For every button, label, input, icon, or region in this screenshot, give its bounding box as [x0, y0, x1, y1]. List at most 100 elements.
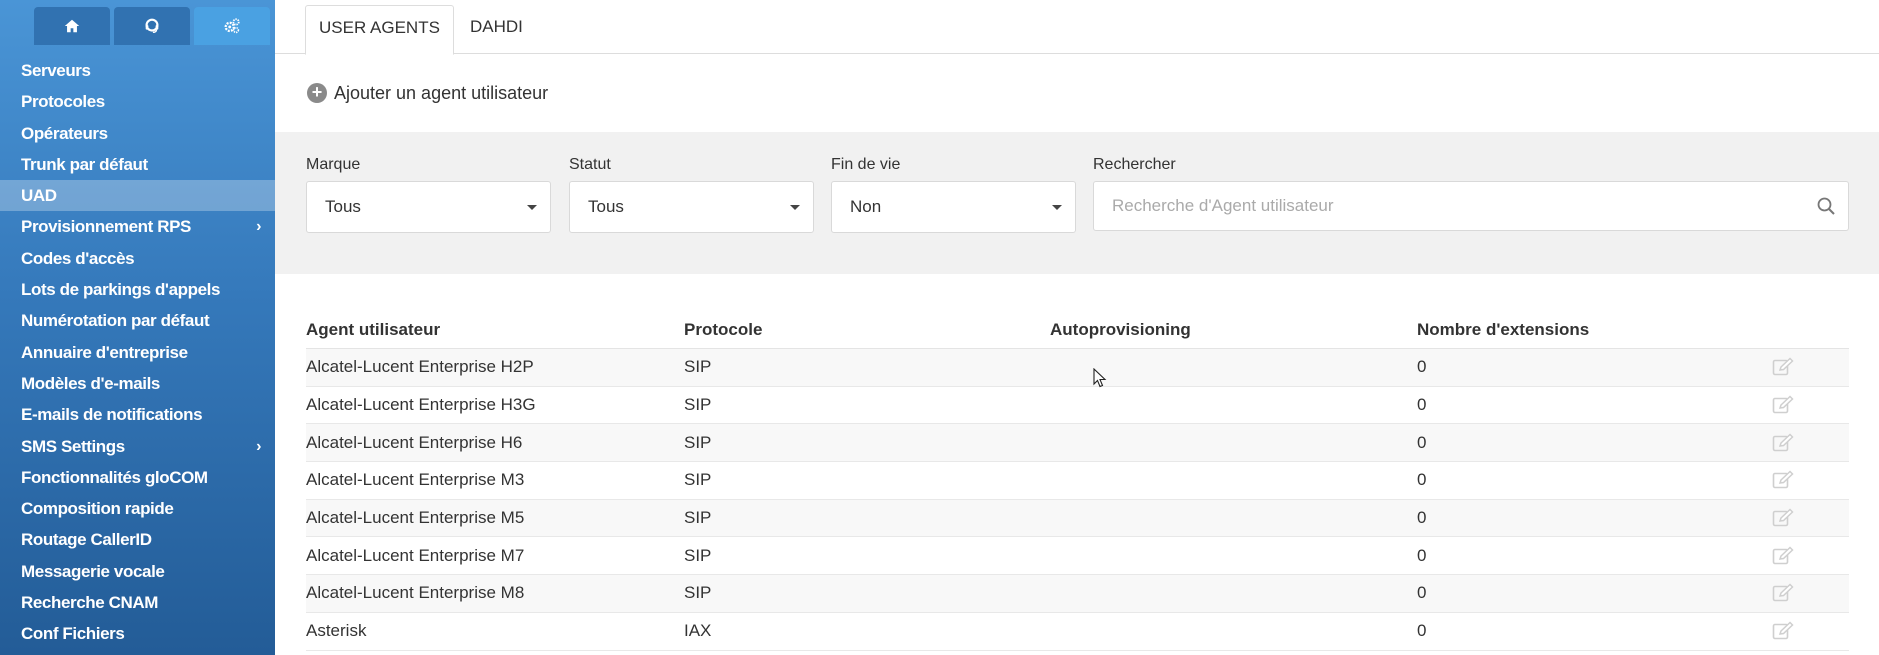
sidebar-item-label: Numérotation par défaut — [21, 311, 210, 331]
cell-extensions: 0 — [1417, 583, 1427, 603]
search-icon[interactable] — [1816, 196, 1836, 216]
eol-select-value: Non — [850, 197, 882, 216]
sidebar-item-recherche-cnam[interactable]: Recherche CNAM — [0, 587, 275, 618]
cell-actions — [1762, 357, 1849, 377]
mouse-cursor-icon — [1093, 368, 1107, 388]
cell-agent: Alcatel-Lucent Enterprise M8 — [306, 583, 525, 603]
cell-actions — [1762, 470, 1849, 490]
sidebar-item-annuaire-d-entreprise[interactable]: Annuaire d'entreprise — [0, 337, 275, 368]
sidebar-item-composition-rapide[interactable]: Composition rapide — [0, 493, 275, 524]
sidebar-item-mod-les-d-e-mails[interactable]: Modèles d'e-mails — [0, 368, 275, 399]
search-box — [1093, 181, 1849, 231]
filter-panel: Marque Tous Statut Tous Fin de vie Non R… — [275, 132, 1879, 274]
cell-extensions: 0 — [1417, 470, 1427, 490]
search-input[interactable] — [1094, 182, 1774, 230]
cell-agent: Asterisk — [306, 621, 367, 641]
cell-protocol: SIP — [684, 545, 712, 565]
plus-circle-icon: + — [307, 83, 327, 103]
sidebar-item-fonctionnalit-s-glocom[interactable]: Fonctionnalités gloCOM — [0, 462, 275, 493]
table-row[interactable]: Alcatel-Lucent Enterprise M3 SIP 0 — [306, 462, 1849, 500]
edit-icon[interactable] — [1772, 470, 1794, 490]
edit-icon[interactable] — [1772, 546, 1794, 566]
cell-actions — [1762, 546, 1849, 566]
sidebar-item-label: Provisionnement RPS — [21, 217, 191, 237]
edit-icon[interactable] — [1772, 583, 1794, 603]
status-filter-label: Statut — [569, 156, 611, 173]
cell-actions — [1762, 508, 1849, 528]
table-row[interactable]: Alcatel-Lucent Enterprise M5 SIP 0 — [306, 499, 1849, 538]
sidebar-item-serveurs[interactable]: Serveurs — [0, 55, 275, 86]
cell-agent: Alcatel-Lucent Enterprise H3G — [306, 395, 536, 415]
edit-icon[interactable] — [1772, 621, 1794, 641]
sidebar-item-protocoles[interactable]: Protocoles — [0, 86, 275, 117]
sidebar-item-op-rateurs[interactable]: Opérateurs — [0, 118, 275, 149]
sidebar-item-messagerie-vocale[interactable]: Messagerie vocale — [0, 556, 275, 587]
table-row[interactable]: Alcatel-Lucent Enterprise H3G SIP 0 — [306, 387, 1849, 425]
table-row[interactable]: Alcatel-Lucent Enterprise M8 SIP 0 — [306, 575, 1849, 613]
sidebar-item-routage-callerid[interactable]: Routage CallerID — [0, 524, 275, 555]
brand-select-value: Tous — [325, 197, 361, 216]
eol-filter-label: Fin de vie — [831, 156, 901, 173]
edit-icon[interactable] — [1772, 433, 1794, 453]
edit-icon[interactable] — [1772, 395, 1794, 415]
col-header-extensions[interactable]: Nombre d'extensions — [1417, 320, 1762, 340]
cell-agent: Alcatel-Lucent Enterprise M7 — [306, 545, 525, 565]
cell-extensions: 0 — [1417, 395, 1427, 415]
sidebar-item-label: Messagerie vocale — [21, 561, 165, 581]
cell-actions — [1762, 433, 1849, 453]
tab-user-agents[interactable]: USER AGENTS — [305, 5, 454, 55]
sidebar-item-label: Serveurs — [21, 61, 91, 80]
top-tab-support[interactable] — [114, 7, 190, 45]
sidebar-item-label: Opérateurs — [21, 123, 108, 143]
col-header-agent[interactable]: Agent utilisateur — [306, 320, 684, 340]
cell-agent: Alcatel-Lucent Enterprise H6 — [306, 432, 523, 452]
cell-actions — [1762, 583, 1849, 603]
sidebar-item-lots-de-parkings-d-appels[interactable]: Lots de parkings d'appels — [0, 274, 275, 305]
cell-extensions: 0 — [1417, 357, 1427, 377]
col-header-autoprov[interactable]: Autoprovisioning — [1050, 320, 1417, 340]
cell-protocol: SIP — [684, 432, 712, 452]
gears-icon — [224, 18, 240, 34]
main-content: USER AGENTS DAHDI + Ajouter un agent uti… — [275, 0, 1879, 655]
sidebar-item-provisionnement-rps[interactable]: Provisionnement RPS › — [0, 211, 275, 242]
sidebar-item-label: Fonctionnalités gloCOM — [21, 467, 208, 487]
table-row[interactable]: Asterisk IAX 0 — [306, 613, 1849, 651]
brand-select[interactable]: Tous — [306, 181, 551, 233]
top-tab-settings[interactable] — [194, 7, 270, 45]
table-body: Alcatel-Lucent Enterprise H2P SIP 0 Alcatel… — [306, 349, 1849, 651]
cell-agent: Alcatel-Lucent Enterprise M5 — [306, 508, 525, 528]
table-row[interactable]: Alcatel-Lucent Enterprise H6 SIP 0 — [306, 424, 1849, 463]
eol-select[interactable]: Non — [831, 181, 1076, 233]
cell-actions — [1762, 395, 1849, 415]
cell-protocol: IAX — [684, 621, 712, 641]
sidebar-item-codes-d-acc-s[interactable]: Codes d'accès — [0, 243, 275, 274]
cell-extensions: 0 — [1417, 545, 1427, 565]
status-select[interactable]: Tous — [569, 181, 814, 233]
edit-icon[interactable] — [1772, 357, 1794, 377]
edit-icon[interactable] — [1772, 508, 1794, 528]
sidebar-item-e-mails-de-notifications[interactable]: E-mails de notifications — [0, 399, 275, 430]
cell-agent: Alcatel-Lucent Enterprise H2P — [306, 357, 534, 377]
sidebar-item-label: Annuaire d'entreprise — [21, 342, 188, 362]
sidebar-item-label: UAD — [21, 186, 57, 206]
sidebar-item-num-rotation-par-d-faut[interactable]: Numérotation par défaut — [0, 305, 275, 336]
search-filter-label: Rechercher — [1093, 156, 1176, 173]
sidebar-item-label: Lots de parkings d'appels — [21, 280, 221, 300]
sidebar-item-trunk-par-d-faut[interactable]: Trunk par défaut — [0, 149, 275, 180]
add-user-agent-button[interactable]: + Ajouter un agent utilisateur — [275, 54, 1879, 132]
sidebar-top-tabs — [0, 0, 275, 45]
table-row[interactable]: Alcatel-Lucent Enterprise M7 SIP 0 — [306, 537, 1849, 576]
tab-dahdi[interactable]: DAHDI — [457, 5, 536, 55]
cell-protocol: SIP — [684, 357, 712, 377]
cell-protocol: SIP — [684, 395, 712, 415]
table-row[interactable]: Alcatel-Lucent Enterprise H2P SIP 0 — [306, 349, 1849, 387]
sidebar-item-uad[interactable]: UAD — [0, 180, 275, 212]
sidebar-item-sms-settings[interactable]: SMS Settings › — [0, 431, 275, 462]
sidebar-item-label: Protocoles — [21, 92, 105, 112]
user-agents-table: Agent utilisateur Protocole Autoprovisio… — [306, 310, 1849, 651]
headset-icon — [145, 18, 159, 34]
top-tab-home[interactable] — [34, 7, 110, 45]
sidebar-item-label: E-mails de notifications — [21, 405, 203, 425]
sidebar-item-conf-fichiers[interactable]: Conf Fichiers — [0, 618, 275, 649]
col-header-protocol[interactable]: Protocole — [684, 320, 1050, 340]
